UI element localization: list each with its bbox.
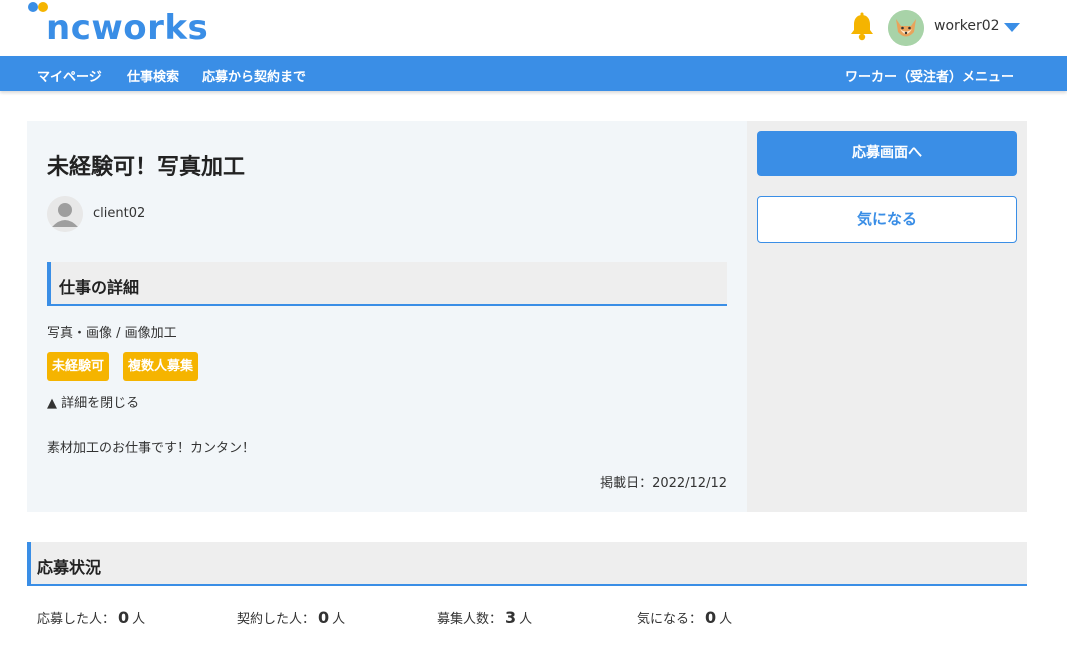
job-detail-panel: 未経験可！写真加工 client02 仕事の詳細 写真・画像 / 画像加工 未経… bbox=[27, 121, 747, 512]
stat-unit: 人 bbox=[719, 612, 733, 627]
status-section-title: 応募状況 bbox=[37, 558, 102, 577]
stat-label: 契約した人： bbox=[237, 612, 316, 627]
bell-icon[interactable] bbox=[848, 12, 876, 42]
caret-down-icon[interactable] bbox=[1004, 23, 1020, 32]
stat-label: 募集人数： bbox=[437, 612, 503, 627]
stat-value: 3 bbox=[505, 608, 517, 627]
tag-multiple-hires: 複数人募集 bbox=[123, 352, 199, 381]
application-status-header: 応募状況 bbox=[27, 542, 1027, 586]
stat-unit: 人 bbox=[132, 612, 146, 627]
nav-item-job-search[interactable]: 仕事検索 bbox=[127, 66, 179, 85]
stat-label: 応募した人： bbox=[37, 612, 116, 627]
nav-item-mypage[interactable]: マイページ bbox=[37, 66, 102, 85]
stat-recruit-count: 募集人数： 3 人 bbox=[437, 608, 532, 627]
stat-applicants: 応募した人： 0 人 bbox=[37, 608, 145, 627]
user-avatar-icon[interactable] bbox=[888, 10, 924, 46]
logo-text: ncworks bbox=[46, 8, 209, 48]
stat-value: 0 bbox=[705, 608, 717, 627]
main-nav: マイページ 仕事検索 応募から契約まで ワーカー（受注者）メニュー bbox=[0, 56, 1067, 91]
job-title: 未経験可！写真加工 bbox=[47, 155, 246, 180]
client-avatar-icon[interactable] bbox=[47, 196, 83, 232]
favorite-button[interactable]: 気になる bbox=[757, 196, 1017, 243]
stat-contracted: 契約した人： 0 人 bbox=[237, 608, 345, 627]
client-name-link[interactable]: client02 bbox=[93, 206, 145, 221]
stat-unit: 人 bbox=[519, 612, 533, 627]
apply-button[interactable]: 応募画面へ bbox=[757, 131, 1017, 176]
stat-favorites: 気になる： 0 人 bbox=[637, 608, 732, 627]
posted-date: 掲載日：2022/12/12 bbox=[600, 476, 727, 491]
job-description: 素材加工のお仕事です！カンタン！ bbox=[47, 441, 256, 456]
username-label[interactable]: worker02 bbox=[934, 18, 1000, 34]
stat-label: 気になる： bbox=[637, 612, 703, 627]
section-title: 仕事の詳細 bbox=[59, 278, 140, 297]
stat-value: 0 bbox=[318, 608, 330, 627]
close-details-toggle[interactable]: ▲ 詳細を閉じる bbox=[47, 392, 139, 411]
nav-item-apply-to-contract[interactable]: 応募から契約まで bbox=[202, 66, 306, 85]
action-side-panel bbox=[747, 121, 1027, 512]
job-category: 写真・画像 / 画像加工 bbox=[47, 326, 177, 341]
job-detail-section-header: 仕事の詳細 bbox=[47, 262, 727, 306]
stat-value: 0 bbox=[118, 608, 130, 627]
tag-no-experience: 未経験可 bbox=[47, 352, 110, 381]
stat-unit: 人 bbox=[332, 612, 346, 627]
nav-item-worker-menu[interactable]: ワーカー（受注者）メニュー bbox=[845, 66, 1014, 85]
top-header: ncworks worker02 bbox=[0, 0, 1067, 56]
